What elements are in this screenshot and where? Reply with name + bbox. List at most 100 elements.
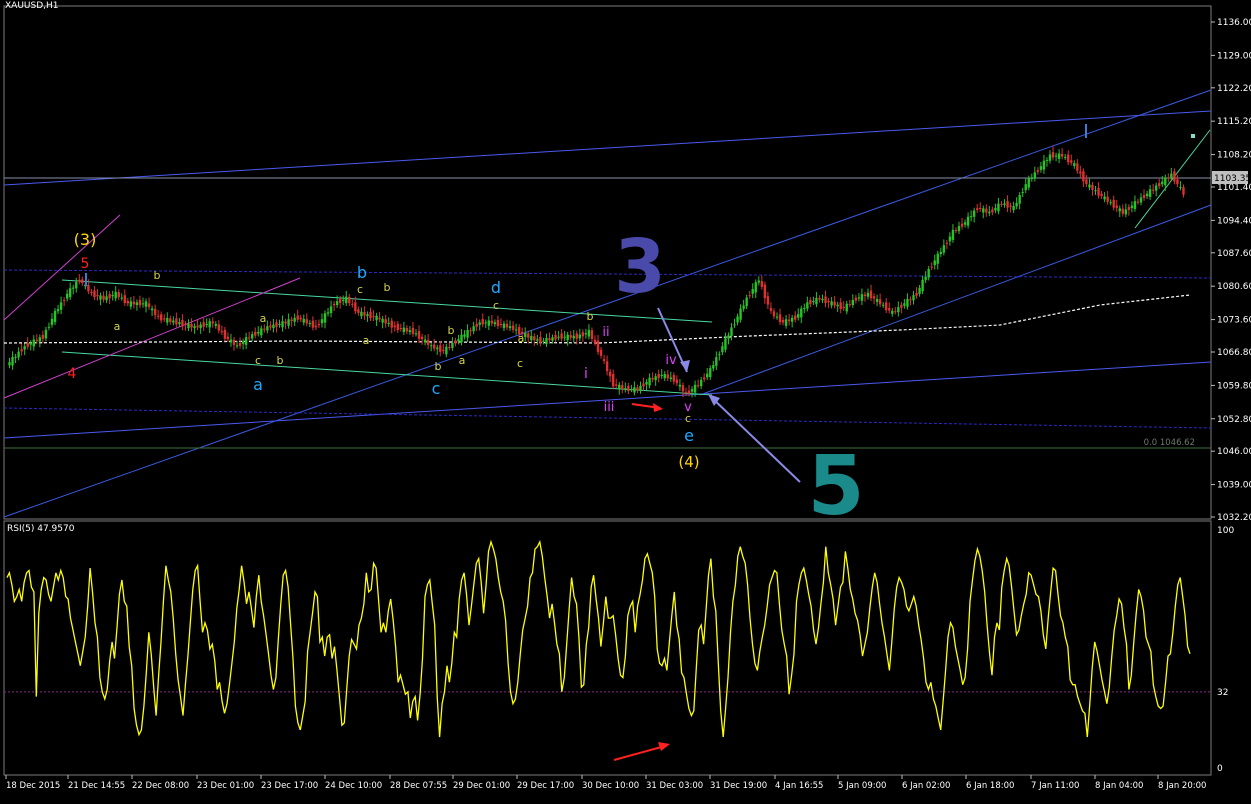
- candle-body: [72, 287, 75, 289]
- candle-body: [496, 319, 500, 327]
- candle-body: [736, 316, 739, 323]
- candle-body: [163, 318, 166, 320]
- candle-body: [150, 308, 154, 311]
- candle-body: [1085, 179, 1088, 185]
- candle-body: [933, 260, 936, 266]
- candle-body: [596, 340, 600, 352]
- candle-body: [408, 330, 412, 333]
- candle-body: [32, 339, 35, 347]
- candle-body: [402, 327, 406, 333]
- price-axis-label: 1094.40: [1217, 216, 1251, 226]
- rsi-axis-label: 100: [1217, 526, 1234, 536]
- candle-body: [254, 331, 257, 336]
- candle-body: [287, 319, 290, 326]
- wave-label: a: [459, 354, 466, 367]
- wedge-line: [1134, 129, 1211, 229]
- candle-body: [29, 343, 32, 345]
- candle-body: [329, 306, 333, 313]
- candle-body: [900, 304, 903, 308]
- candle-body: [1124, 209, 1128, 215]
- candle-body: [38, 337, 42, 342]
- candle-body: [153, 308, 157, 316]
- candle-body: [927, 268, 930, 278]
- candle-body: [599, 349, 603, 356]
- candle-body: [1012, 205, 1015, 211]
- candle-body: [699, 379, 703, 387]
- candle-body: [803, 307, 806, 309]
- candle-body: [44, 329, 48, 339]
- candle-body: [99, 295, 102, 300]
- time-axis-label: 8 Jan 20:00: [1158, 781, 1206, 791]
- candle-body: [909, 299, 912, 301]
- wave-label: d: [491, 278, 501, 297]
- candle-body: [1145, 193, 1149, 197]
- candle-body: [181, 319, 184, 327]
- candle-body: [311, 320, 315, 328]
- candle-body: [669, 377, 673, 379]
- candle-body: [608, 371, 612, 377]
- candle-body: [23, 346, 26, 350]
- candle-body: [260, 328, 263, 336]
- candle-body: [897, 307, 900, 313]
- candle-body: [663, 374, 666, 379]
- rsi-divergence-arrow-head: [658, 742, 670, 751]
- candle-body: [766, 296, 770, 305]
- candle-body: [845, 303, 848, 312]
- candle-body: [851, 299, 855, 306]
- candle-body: [1130, 205, 1134, 208]
- candle-body: [278, 324, 281, 326]
- candle-body: [954, 230, 958, 232]
- wave-label: c: [255, 354, 261, 367]
- candle-body: [420, 336, 424, 340]
- candle-body: [1103, 196, 1106, 200]
- candle-body: [299, 317, 302, 320]
- candle-body: [135, 302, 139, 306]
- candle-body: [891, 310, 894, 314]
- candle-body: [499, 324, 503, 326]
- candle-body: [193, 326, 196, 329]
- price-pane-frame: [3, 5, 1212, 520]
- candle-body: [1076, 163, 1079, 171]
- candle-body: [751, 289, 754, 294]
- candle-body: [1015, 203, 1018, 207]
- candle-body: [205, 324, 208, 326]
- candle-body: [533, 336, 536, 341]
- candle-body: [848, 304, 851, 306]
- wave-label: iii: [604, 400, 615, 415]
- candle-body: [214, 324, 217, 326]
- candle-body: [1136, 201, 1140, 203]
- price-axis-label: 1101.40: [1217, 183, 1251, 193]
- candle-body: [924, 276, 927, 281]
- candle-body: [396, 323, 400, 330]
- price-axis-label: 1073.60: [1217, 316, 1251, 326]
- candle-body: [451, 342, 454, 348]
- candle-body: [175, 318, 178, 325]
- candle-body: [778, 314, 782, 323]
- candle-body: [11, 356, 14, 366]
- candle-body: [881, 304, 885, 306]
- candle-body: [293, 317, 296, 322]
- candle-body: [1088, 184, 1091, 188]
- candle-body: [244, 337, 248, 345]
- candle-body: [1142, 195, 1146, 199]
- candle-body: [760, 281, 764, 287]
- candle-body: [144, 301, 148, 307]
- candle-body: [575, 333, 578, 339]
- candle-body: [863, 294, 867, 297]
- candle-body: [979, 207, 982, 210]
- candle-body: [223, 329, 227, 339]
- candle-body: [633, 387, 636, 393]
- price-axis-label: 1108.20: [1217, 151, 1251, 161]
- candle-body: [930, 266, 933, 268]
- candle-body: [748, 295, 751, 297]
- candle-body: [951, 229, 955, 240]
- candle-body: [490, 320, 494, 324]
- wave-label: c: [517, 357, 523, 370]
- candle-body: [754, 282, 757, 293]
- candle-body: [1063, 156, 1067, 158]
- candle-body: [602, 359, 606, 361]
- candle-body: [702, 377, 706, 380]
- candle-body: [1067, 154, 1070, 163]
- handwritten-numeral: 3: [614, 224, 666, 310]
- wave-label: ii: [602, 325, 609, 340]
